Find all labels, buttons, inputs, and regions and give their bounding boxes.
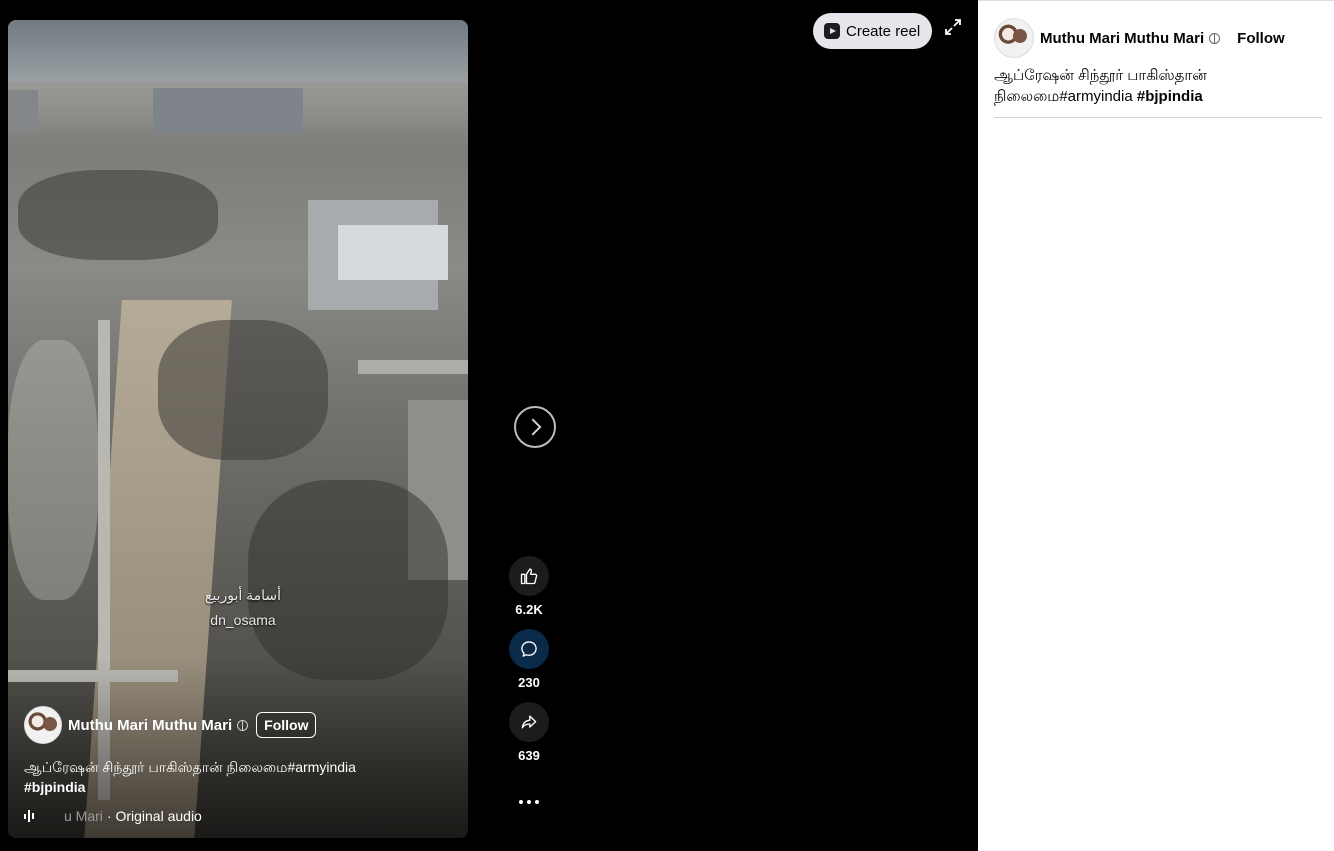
- author-name[interactable]: Muthu Mari Muthu Mari: [68, 717, 232, 734]
- create-reel-button[interactable]: Create reel: [813, 13, 932, 49]
- watermark-handle: dn_osama: [210, 612, 276, 628]
- share-count: 639: [518, 748, 540, 763]
- like-button[interactable]: [509, 556, 549, 596]
- panel-divider: [994, 117, 1322, 118]
- rubble: [18, 170, 218, 260]
- panel-author: Muthu Mari Muthu Mari Follow: [994, 18, 1285, 58]
- rubble: [8, 340, 98, 600]
- panel-caption: ஆப்ரேஷன் சிந்தூர் பாகிஸ்தான் நிலைமை#army…: [994, 65, 1314, 107]
- distant-building: [8, 90, 38, 130]
- panel-follow-button[interactable]: Follow: [1237, 30, 1285, 47]
- share-icon: [521, 715, 537, 729]
- video-watermark: أسامة أبوربيع dn_osama: [198, 583, 288, 633]
- panel-author-name[interactable]: Muthu Mari Muthu Mari: [1040, 30, 1204, 47]
- comment-action: 230: [509, 629, 549, 690]
- next-icon: [524, 418, 542, 436]
- comment-icon: [521, 641, 537, 657]
- comment-count: 230: [518, 675, 540, 690]
- comment-button[interactable]: [509, 629, 549, 669]
- like-count: 6.2K: [515, 602, 543, 617]
- reel-caption: ஆப்ரேஷன் சிந்தூர் பாகிஸ்தான் நிலைமை#army…: [24, 757, 454, 797]
- audio-icon: [24, 810, 40, 822]
- more-icon: [517, 800, 541, 804]
- reel-author: Muthu Mari Muthu Mari Follow: [24, 706, 317, 744]
- panel-caption-line1: ஆப்ரேஷன் சிந்தூர் பாகிஸ்தான்: [994, 67, 1207, 84]
- expand-icon[interactable]: [944, 18, 962, 36]
- rubble: [158, 320, 328, 460]
- globe-icon: [237, 719, 249, 731]
- avatar[interactable]: [24, 706, 62, 744]
- like-icon: [520, 568, 538, 585]
- watermark-arabic: أسامة أبوربيع: [204, 587, 282, 603]
- avatar[interactable]: [994, 18, 1034, 58]
- caption-hashtag[interactable]: #bjpindia: [24, 779, 85, 795]
- post-details-panel: Muthu Mari Muthu Mari Follow ஆப்ரேஷன் சி…: [978, 0, 1334, 851]
- panel-caption-line2: நிலைமை#armyindia: [994, 88, 1137, 105]
- follow-button[interactable]: Follow: [256, 712, 317, 738]
- like-action: 6.2K: [509, 556, 549, 617]
- video-sky: [8, 20, 468, 82]
- wall-right: [358, 360, 468, 374]
- building-sign: [338, 225, 448, 280]
- rubble: [248, 480, 448, 680]
- share-action: 639: [509, 702, 549, 763]
- distant-building: [153, 88, 303, 133]
- audio-label[interactable]: · Original audio: [107, 808, 202, 824]
- share-button[interactable]: [509, 702, 549, 742]
- reel-icon: [824, 23, 840, 39]
- panel-caption-hashtag[interactable]: #bjpindia: [1137, 88, 1203, 105]
- caption-text: ஆப்ரேஷன் சிந்தூர் பாகிஸ்தான் நிலைமை#army…: [24, 759, 356, 775]
- next-reel-button[interactable]: [514, 406, 556, 448]
- globe-icon: [1209, 32, 1221, 44]
- reel-viewer-stage: أسامة أبوربيع dn_osama Muthu Mari Muthu …: [0, 0, 978, 851]
- reel-audio[interactable]: u Mari · Original audio: [24, 808, 202, 824]
- create-reel-label: Create reel: [846, 22, 921, 40]
- audio-author[interactable]: u Mari: [64, 808, 103, 824]
- more-button[interactable]: [509, 790, 549, 814]
